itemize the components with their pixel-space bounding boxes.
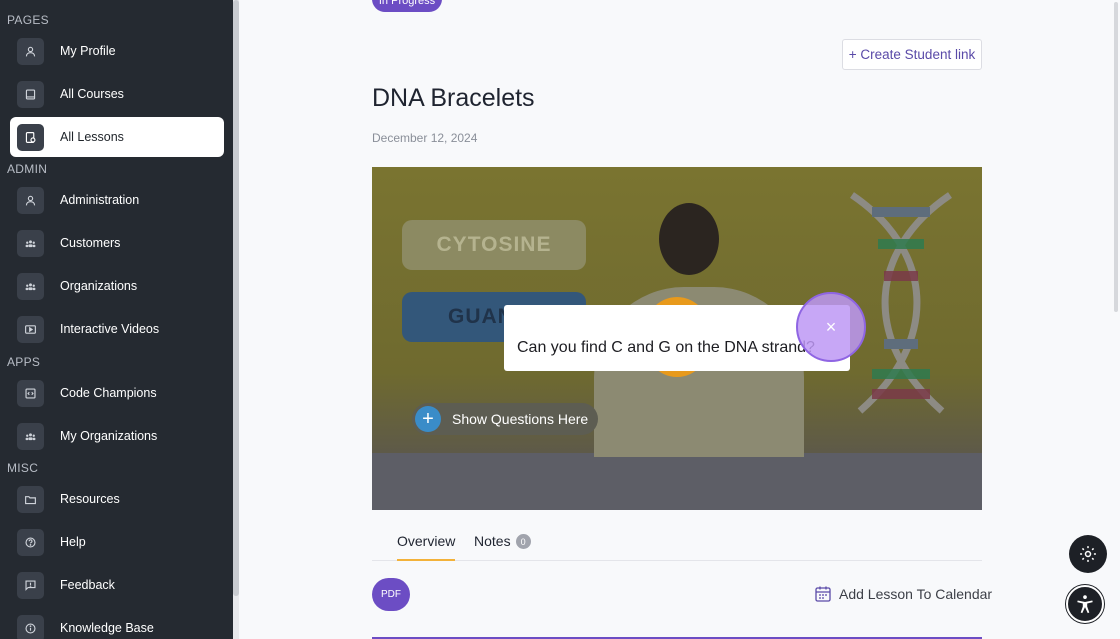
sidebar-item-label: Feedback	[60, 578, 115, 592]
lesson-tabs: Overview Notes 0	[372, 531, 982, 561]
add-lesson-to-calendar-button[interactable]: Add Lesson To Calendar	[814, 585, 992, 603]
group-icon	[17, 272, 44, 300]
sidebar-item-label: My Profile	[60, 44, 116, 58]
sidebar-item-label: All Courses	[60, 87, 124, 101]
sidebar-item-label: Administration	[60, 193, 140, 207]
section-heading-admin: ADMIN	[7, 162, 48, 176]
sidebar-item-label: Customers	[60, 236, 121, 250]
video-player[interactable]: CYTOSINE GUAN Can you find C and G on th…	[372, 167, 982, 510]
code-icon	[17, 379, 44, 407]
sidebar: PAGES My Profile All Courses All Lessons…	[0, 0, 239, 639]
sidebar-item-administration[interactable]: Administration	[10, 180, 224, 220]
close-question-button[interactable]: ×	[796, 292, 866, 362]
sidebar-item-help[interactable]: Help	[10, 522, 224, 562]
tab-notes-label: Notes	[474, 533, 511, 549]
accessibility-button[interactable]	[1066, 585, 1104, 623]
info-icon	[17, 614, 44, 639]
lesson-icon	[17, 123, 44, 151]
page-scrollbar-thumb[interactable]	[1114, 2, 1118, 312]
add-calendar-label: Add Lesson To Calendar	[839, 586, 993, 602]
pdf-button[interactable]: PDF	[372, 578, 410, 611]
sidebar-item-code-champions[interactable]: Code Champions	[10, 373, 224, 413]
sidebar-item-label: All Lessons	[60, 130, 124, 144]
feedback-icon	[17, 571, 44, 599]
show-questions-label: Show Questions Here	[452, 411, 589, 427]
sidebar-item-customers[interactable]: Customers	[10, 223, 224, 263]
user-icon	[17, 186, 44, 214]
video-table-surface	[372, 453, 982, 510]
cytosine-tag: CYTOSINE	[402, 220, 586, 270]
sidebar-item-resources[interactable]: Resources	[10, 479, 224, 519]
show-questions-button[interactable]: + Show Questions Here	[412, 403, 598, 435]
sidebar-item-interactive-videos[interactable]: Interactive Videos	[10, 309, 224, 349]
create-student-link-button[interactable]: + Create Student link	[842, 39, 982, 70]
sidebar-item-label: Knowledge Base	[60, 621, 154, 635]
sidebar-scrollbar-thumb[interactable]	[233, 0, 239, 596]
sidebar-scrollbar[interactable]	[233, 0, 239, 639]
gear-icon	[1080, 546, 1096, 562]
sidebar-item-feedback[interactable]: Feedback	[10, 565, 224, 605]
close-icon: ×	[825, 316, 837, 337]
group-icon	[17, 229, 44, 257]
plus-icon: +	[415, 406, 441, 432]
tab-overview[interactable]: Overview	[397, 533, 456, 561]
page-scrollbar[interactable]	[1112, 0, 1120, 639]
sidebar-item-all-lessons[interactable]: All Lessons	[10, 117, 224, 157]
sidebar-item-label: Organizations	[60, 279, 138, 293]
user-icon	[17, 37, 44, 65]
folder-icon	[17, 485, 44, 513]
section-heading-misc: MISC	[7, 461, 39, 475]
presenter-head	[659, 203, 719, 275]
section-heading-pages: PAGES	[7, 13, 49, 27]
accessibility-icon	[1077, 595, 1093, 614]
page-title: DNA Bracelets	[372, 84, 535, 112]
calendar-icon	[815, 586, 831, 602]
status-badge: In Progress	[372, 0, 442, 12]
sidebar-item-label: Code Champions	[60, 386, 157, 400]
sidebar-item-label: My Organizations	[60, 429, 158, 443]
dna-helix-illustration	[850, 192, 952, 414]
settings-button[interactable]	[1069, 535, 1107, 573]
group-icon	[17, 422, 44, 450]
sidebar-item-all-courses[interactable]: All Courses	[10, 74, 224, 114]
notes-count-badge: 0	[515, 534, 531, 549]
sidebar-item-my-organizations[interactable]: My Organizations	[10, 416, 224, 456]
sidebar-item-knowledge-base[interactable]: Knowledge Base	[10, 608, 224, 639]
book-icon	[17, 80, 44, 108]
tab-notes[interactable]: Notes 0	[474, 533, 531, 561]
sidebar-item-label: Resources	[60, 492, 120, 506]
help-icon	[17, 528, 44, 556]
section-heading-apps: APPS	[7, 355, 41, 369]
play-icon	[17, 315, 44, 343]
sidebar-item-label: Interactive Videos	[60, 322, 160, 336]
lesson-date: December 12, 2024	[372, 131, 478, 145]
sidebar-item-label: Help	[60, 535, 86, 549]
sidebar-item-my-profile[interactable]: My Profile	[10, 31, 224, 71]
sidebar-item-organizations[interactable]: Organizations	[10, 266, 224, 306]
